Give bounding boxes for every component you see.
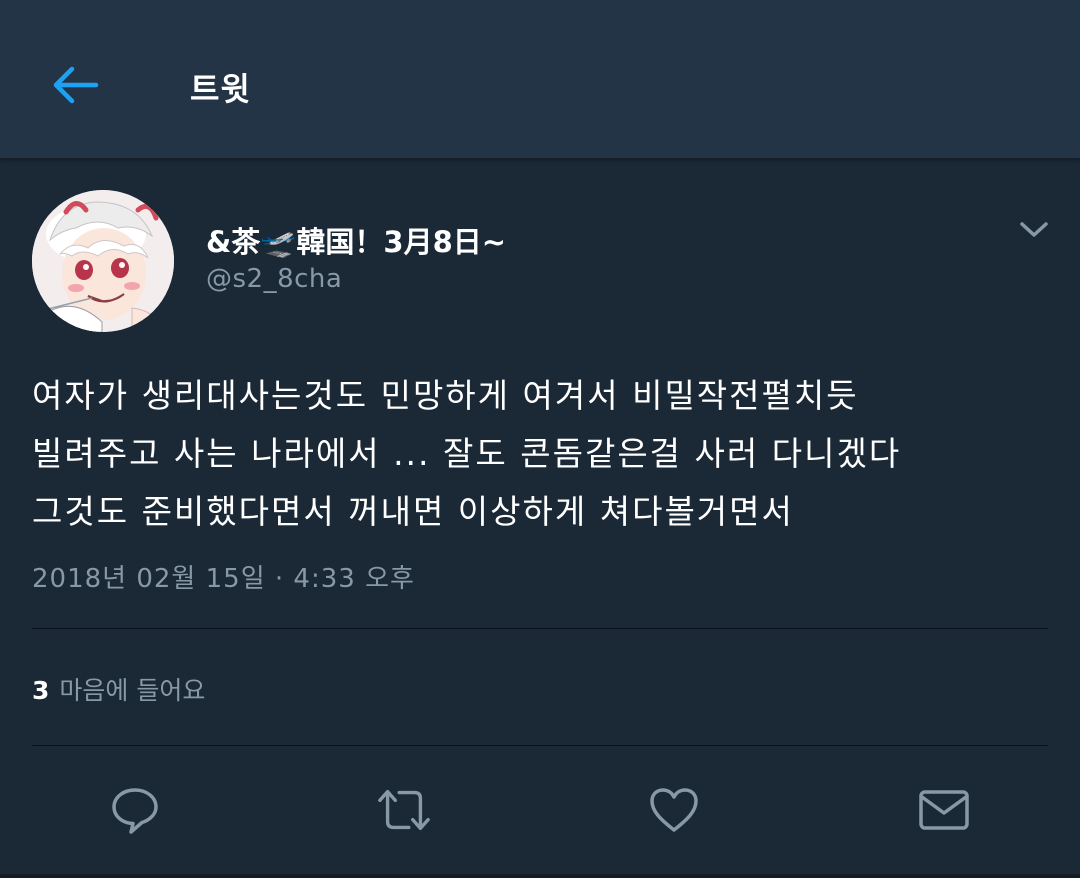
- heart-icon: [650, 788, 698, 832]
- chevron-down-icon: [1020, 222, 1048, 237]
- divider: [32, 745, 1048, 746]
- retweet-icon: [378, 789, 430, 831]
- avatar-image: [32, 190, 174, 332]
- page-title: 트윗: [190, 70, 251, 108]
- avatar[interactable]: [32, 190, 174, 332]
- likes-label: 마음에 들어요: [59, 676, 206, 705]
- user-handle[interactable]: @s2_8cha: [206, 264, 342, 294]
- more-options-button[interactable]: [1012, 212, 1056, 248]
- reply-icon: [112, 788, 158, 834]
- arrow-left-icon: [53, 66, 99, 104]
- reply-button[interactable]: [107, 782, 163, 838]
- tweet-text: 여자가 생리대사는것도 민망하게 여겨서 비밀작전펼치듯 빌려주고 사는 나라에…: [32, 376, 902, 531]
- top-app-bar: 트윗: [0, 0, 1080, 158]
- bottom-edge: [0, 874, 1080, 878]
- likes-count: 3: [32, 676, 50, 705]
- divider: [32, 628, 1048, 629]
- tweet-timestamp: 2018년 02월 15일 · 4:33 오후: [32, 564, 415, 594]
- back-button[interactable]: [44, 58, 106, 112]
- like-button[interactable]: [646, 782, 702, 838]
- likes-summary[interactable]: 3 마음에 들어요: [32, 671, 205, 707]
- display-name[interactable]: &茶🛫韓国！3月8日~: [206, 219, 506, 261]
- direct-message-button[interactable]: [916, 782, 972, 838]
- envelope-icon: [919, 790, 969, 830]
- retweet-button[interactable]: [376, 782, 432, 838]
